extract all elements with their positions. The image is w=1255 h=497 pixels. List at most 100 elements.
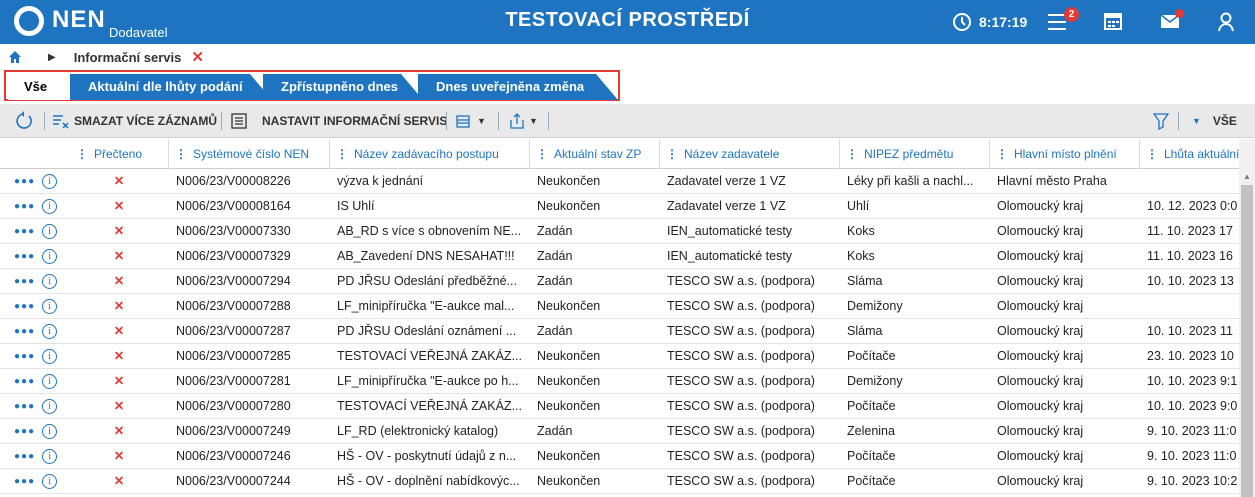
cell-procedure-name: HŠ - OV - poskytnutí údajů z n... bbox=[337, 449, 517, 463]
table-row[interactable]: ●●● i ✕ N006/23/V00007288 LF_minipříručka "E… bbox=[0, 294, 1239, 319]
row-actions: ●●● i bbox=[0, 219, 70, 244]
tab-zpristupneno[interactable]: Zpřístupněno dnes bbox=[263, 74, 423, 100]
table-row[interactable]: ●●● i ✕ N006/23/V00007244 HŠ - OV - doplnění… bbox=[0, 469, 1239, 494]
info-icon[interactable]: i bbox=[42, 399, 58, 414]
tab-vse[interactable]: Vše bbox=[8, 74, 80, 100]
info-icon[interactable]: i bbox=[42, 374, 58, 389]
cell-procedure-name: LF_minipříručka "E-aukce mal... bbox=[337, 299, 515, 313]
table-row[interactable]: ●●● i ✕ N006/23/V00007249 LF_RD (elektronick… bbox=[0, 419, 1239, 444]
info-icon[interactable]: i bbox=[42, 349, 58, 364]
info-icon[interactable]: i bbox=[42, 274, 58, 289]
header-nipez[interactable]: ⋮ NIPEZ předmětu bbox=[839, 139, 989, 169]
row-actions: ●●● i bbox=[0, 294, 70, 319]
tab-aktualni[interactable]: Aktuální dle lhůty podání bbox=[70, 74, 272, 100]
table-row[interactable]: ●●● i ✕ N006/23/V00007329 AB_Zavedení DNS NE… bbox=[0, 244, 1239, 269]
more-icon[interactable]: ●●● bbox=[14, 244, 35, 269]
info-icon[interactable]: i bbox=[42, 474, 58, 489]
info-icon[interactable]: i bbox=[42, 324, 58, 339]
more-icon[interactable]: ●●● bbox=[14, 319, 35, 344]
scroll-up-icon[interactable]: ▲ bbox=[1243, 172, 1251, 181]
filter-button[interactable] bbox=[1152, 104, 1170, 138]
cell-buyer: TESCO SW a.s. (podpora) bbox=[667, 299, 815, 313]
tab-zmena[interactable]: Dnes uveřejněna změna bbox=[418, 74, 618, 100]
cell-deadline: 10. 10. 2023 9:1 bbox=[1147, 374, 1238, 388]
more-icon[interactable]: ●●● bbox=[14, 344, 35, 369]
header-state[interactable]: ⋮ Aktuální stav ZP bbox=[529, 139, 659, 169]
more-icon[interactable]: ●●● bbox=[14, 269, 35, 294]
table-body: ●●● i ✕ N006/23/V00008226 výzva k jednání Neu… bbox=[0, 169, 1239, 494]
export-dropdown[interactable]: ▼ bbox=[508, 104, 538, 138]
toolbar: SMAZAT VÍCE ZÁZNAMŮ NASTAVIT INFORMAČNÍ … bbox=[0, 104, 1255, 138]
toolbar-separator bbox=[44, 112, 45, 130]
columns-dropdown[interactable]: ▼ bbox=[456, 104, 486, 138]
table-row[interactable]: ●●● i ✕ N006/23/V00007280 TESTOVACÍ VEŘEJNÁ … bbox=[0, 394, 1239, 419]
more-icon[interactable]: ●●● bbox=[14, 219, 35, 244]
cell-nipez: Demižony bbox=[847, 374, 903, 388]
more-icon[interactable]: ●●● bbox=[14, 419, 35, 444]
more-icon[interactable]: ●●● bbox=[14, 194, 35, 219]
clear-list-icon bbox=[53, 115, 69, 129]
cell-system-number: N006/23/V00007285 bbox=[176, 349, 291, 363]
close-breadcrumb-icon[interactable]: ✕ bbox=[191, 48, 204, 66]
table-row[interactable]: ●●● i ✕ N006/23/V00007294 PD JŘSU Odeslání p… bbox=[0, 269, 1239, 294]
read-status: ✕ bbox=[113, 174, 125, 188]
home-icon[interactable] bbox=[8, 50, 22, 64]
filter-preset-dropdown[interactable]: ▼ VŠE bbox=[1192, 104, 1237, 138]
more-icon[interactable]: ●●● bbox=[14, 394, 35, 419]
header-precteno[interactable]: ⋮ Přečteno bbox=[70, 139, 168, 169]
more-icon[interactable]: ●●● bbox=[14, 469, 35, 494]
table-row[interactable]: ●●● i ✕ N006/23/V00007287 PD JŘSU Odeslání o… bbox=[0, 319, 1239, 344]
cell-nipez: Koks bbox=[847, 224, 875, 238]
more-icon[interactable]: ●●● bbox=[14, 369, 35, 394]
settings-button[interactable]: NASTAVIT INFORMAČNÍ SERVIS bbox=[230, 104, 447, 138]
info-icon[interactable]: i bbox=[42, 449, 58, 464]
table-row[interactable]: ●●● i ✕ N006/23/V00008226 výzva k jednání Neu… bbox=[0, 169, 1239, 194]
cell-state: Neukončen bbox=[537, 174, 601, 188]
calendar-icon[interactable] bbox=[1104, 12, 1122, 30]
header-deadline[interactable]: ⋮ Lhůta aktuální bbox=[1139, 139, 1239, 169]
table-row[interactable]: ●●● i ✕ N006/23/V00007281 LF_minipříručka "E… bbox=[0, 369, 1239, 394]
info-icon[interactable]: i bbox=[42, 199, 58, 214]
scrollbar-thumb[interactable] bbox=[1241, 185, 1253, 497]
info-icon[interactable]: i bbox=[42, 249, 58, 264]
header-place[interactable]: ⋮ Hlavní místo plnění bbox=[989, 139, 1139, 169]
cell-state: Neukončen bbox=[537, 349, 601, 363]
delete-records-button[interactable]: SMAZAT VÍCE ZÁZNAMŮ bbox=[52, 104, 217, 138]
info-icon[interactable]: i bbox=[42, 424, 58, 439]
info-icon[interactable]: i bbox=[42, 224, 58, 239]
cell-procedure-name: HŠ - OV - doplnění nabídkovýc... bbox=[337, 474, 520, 488]
table-row[interactable]: ●●● i ✕ N006/23/V00007330 AB_RD s více s obn… bbox=[0, 219, 1239, 244]
top-bar: NEN Dodavatel TESTOVACÍ PROSTŘEDÍ 8:17:1… bbox=[0, 0, 1255, 44]
header-procedure-name[interactable]: ⋮ Název zadávacího postupu bbox=[329, 139, 529, 169]
more-icon[interactable]: ●●● bbox=[14, 169, 35, 194]
breadcrumb-current[interactable]: Informační servis bbox=[74, 50, 182, 65]
refresh-button[interactable] bbox=[14, 104, 34, 138]
toolbar-separator bbox=[548, 112, 549, 130]
more-icon[interactable]: ●●● bbox=[14, 294, 35, 319]
cell-deadline: 10. 12. 2023 0:0 bbox=[1147, 199, 1238, 213]
chevron-down-icon: ▼ bbox=[1192, 116, 1201, 126]
read-status: ✕ bbox=[113, 424, 125, 438]
cell-procedure-name: PD JŘSU Odeslání oznámení ... bbox=[337, 324, 517, 338]
read-status: ✕ bbox=[113, 449, 125, 463]
table-row[interactable]: ●●● i ✕ N006/23/V00007285 TESTOVACÍ VEŘEJNÁ … bbox=[0, 344, 1239, 369]
more-icon[interactable]: ●●● bbox=[14, 444, 35, 469]
table-row[interactable]: ●●● i ✕ N006/23/V00007246 HŠ - OV - poskytnu… bbox=[0, 444, 1239, 469]
cell-state: Zadán bbox=[537, 274, 573, 288]
info-icon[interactable]: i bbox=[42, 174, 58, 189]
filter-preset-label: VŠE bbox=[1212, 114, 1237, 128]
header-buyer[interactable]: ⋮ Název zadavatele bbox=[659, 139, 839, 169]
cell-nipez: Uhlí bbox=[847, 199, 870, 213]
header-system-number[interactable]: ⋮ Systémové číslo NEN bbox=[168, 139, 329, 169]
cell-state: Neukončen bbox=[537, 374, 601, 388]
cell-buyer: TESCO SW a.s. (podpora) bbox=[667, 449, 815, 463]
read-status: ✕ bbox=[113, 349, 125, 363]
cell-system-number: N006/23/V00007330 bbox=[176, 224, 291, 238]
cell-nipez: Demižony bbox=[847, 299, 903, 313]
table-row[interactable]: ●●● i ✕ N006/23/V00008164 IS Uhlí Neukončen Za… bbox=[0, 194, 1239, 219]
info-icon[interactable]: i bbox=[42, 299, 58, 314]
cell-procedure-name: AB_Zavedení DNS NESAHAT!!! bbox=[337, 249, 515, 263]
cell-deadline: 10. 10. 2023 9:0 bbox=[1147, 399, 1238, 413]
user-icon[interactable] bbox=[1217, 11, 1235, 33]
cell-place: Olomoucký kraj bbox=[997, 249, 1084, 263]
